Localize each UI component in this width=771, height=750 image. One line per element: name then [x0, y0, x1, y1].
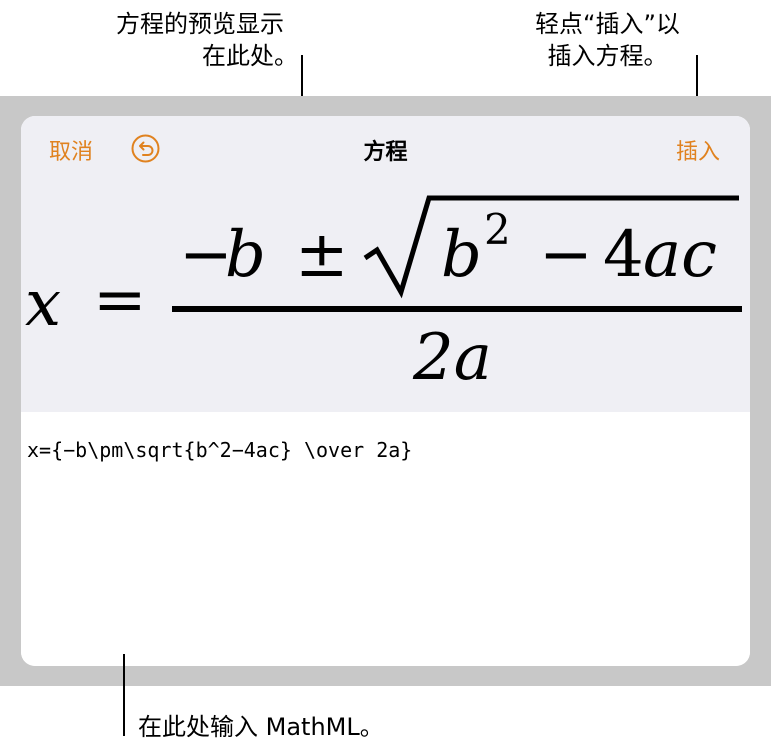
fraction-bar: [172, 306, 742, 312]
page-title: 方程: [363, 140, 408, 165]
equation-source-text[interactable]: x={−b\pm\sqrt{b^2−4ac} \over 2a}: [27, 438, 412, 462]
preview-callout-line2: 在此处。: [202, 42, 298, 70]
preview-callout-line1: 方程的预览显示: [116, 10, 284, 38]
insert-callout-line1: 轻点“插入”以: [535, 10, 680, 38]
svg-text:b: b: [225, 218, 266, 292]
insert-callout-line2: 插入方程。: [547, 42, 668, 70]
equation-sheet: 取消 方程 插入 x = − b ± b 2 − 4 ac 2a x={−b\p…: [21, 116, 750, 666]
svg-text:2: 2: [484, 205, 511, 254]
equation-preview-area: 取消 方程 插入 x = − b ± b 2 − 4 ac 2a: [21, 116, 750, 412]
input-callout-leader: [123, 654, 125, 736]
svg-text:ac: ac: [643, 218, 717, 292]
svg-text:−: −: [539, 218, 593, 292]
preview-callout: 方程的预览显示 在此处。: [85, 8, 315, 72]
insert-button[interactable]: 插入: [676, 134, 720, 166]
formula-denominator: 2a: [413, 321, 492, 395]
formula-lhs: x: [25, 267, 62, 341]
svg-text:4: 4: [603, 218, 644, 292]
svg-text:±: ±: [295, 218, 349, 292]
formula-equals: =: [93, 263, 147, 337]
equation-render: x = − b ± b 2 − 4 ac 2a: [21, 180, 750, 412]
navbar: 取消 方程 插入: [21, 116, 750, 180]
insert-callout: 轻点“插入”以 插入方程。: [505, 8, 710, 72]
formula-numerator: − b ± b 2 − 4 ac: [179, 195, 739, 299]
input-callout: 在此处输入 MathML。: [138, 713, 384, 741]
svg-text:b: b: [441, 218, 482, 292]
mathml-input-area[interactable]: x={−b\pm\sqrt{b^2−4ac} \over 2a}: [21, 412, 750, 666]
